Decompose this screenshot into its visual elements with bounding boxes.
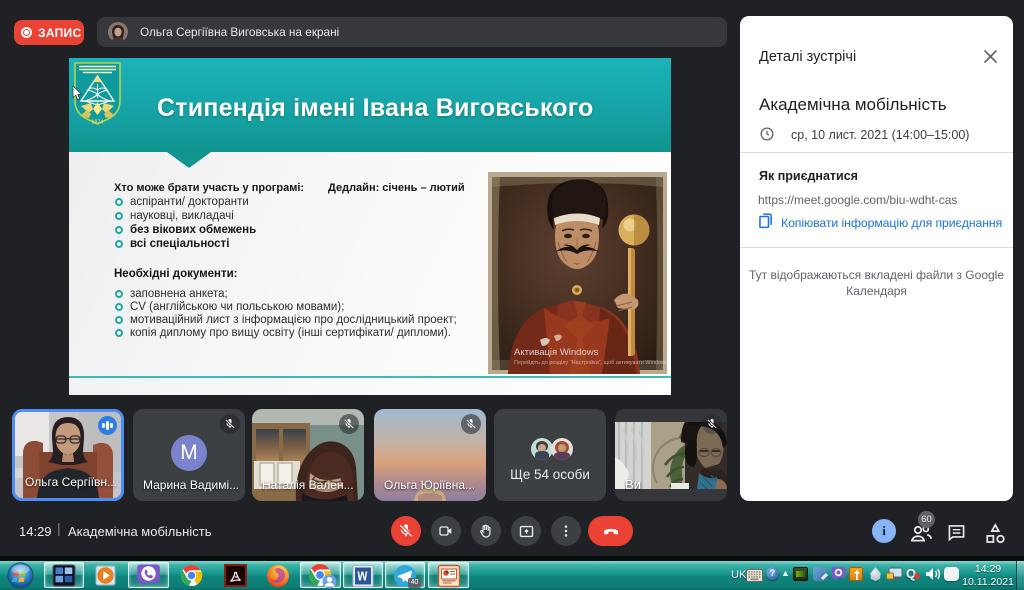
svg-text:1874: 1874 [91, 120, 103, 126]
svg-text:Активація Windows: Активація Windows [514, 347, 599, 358]
svg-text:Перейдіть до розділу "Настройк: Перейдіть до розділу "Настройки", щоб ак… [514, 359, 667, 366]
